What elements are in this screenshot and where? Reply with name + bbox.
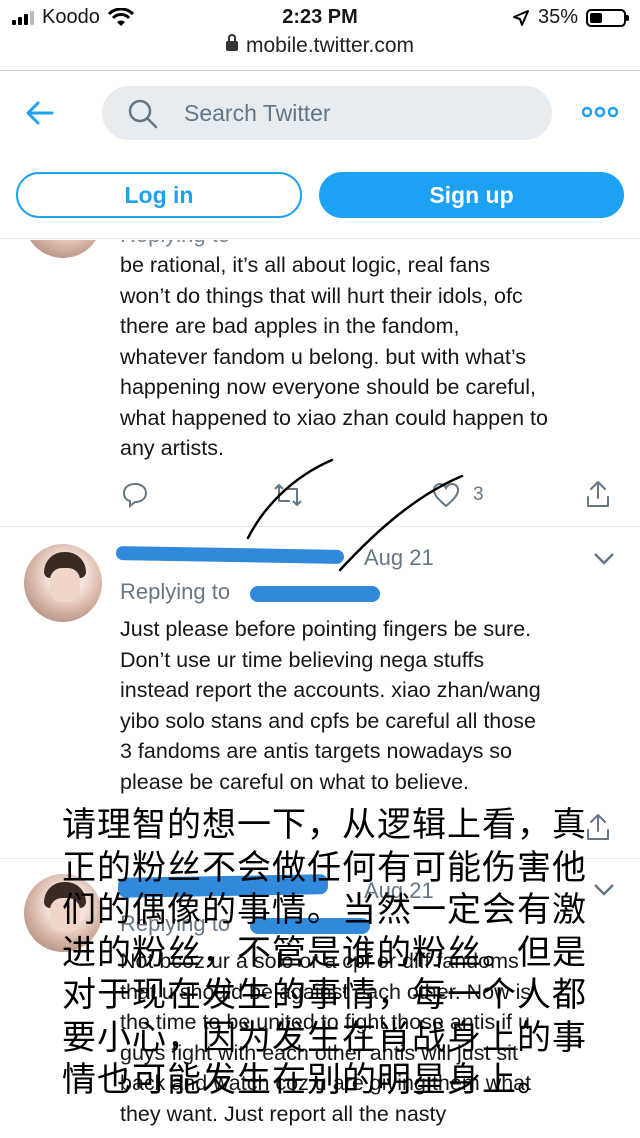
- caption-line: 正的粉丝不会做任何有可能伤害他: [62, 847, 587, 888]
- caption-line: 要小心，因为发生在肖战身上的事: [62, 1017, 587, 1058]
- caption-line: 请理智的想一下，从逻辑上看，真: [62, 805, 587, 845]
- caption-line: 对于现在发生的事情，每一个人都: [62, 975, 587, 1015]
- overlay-caption: 请理智的想一下，从逻辑上看，真 正的粉丝不会做任何有可能伤害他 们的偶像的事情。…: [62, 804, 592, 1102]
- caption-line: 进的粉丝，不管是谁的粉丝。但是: [62, 932, 587, 973]
- caption-line: 情也可能发生在别的明星身上。: [62, 1060, 552, 1100]
- caption-line: 们的偶像的事情。当然一定会有激: [62, 890, 587, 930]
